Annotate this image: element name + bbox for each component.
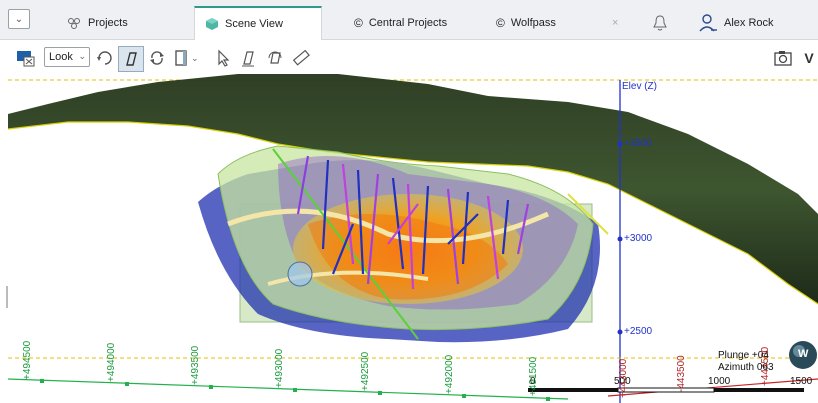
easting-tick: +494500 (22, 340, 33, 380)
elevation-tick: +3000 (624, 233, 653, 244)
bell-icon (653, 15, 667, 31)
scale-label: 0 (530, 376, 536, 387)
scale-label: 1000 (708, 376, 731, 387)
scene-viewport[interactable]: Elev (Z) +3500 +3000 +2500 +494500 +4940… (8, 74, 818, 403)
easting-tick: +493500 (190, 345, 201, 385)
slice-tool-button[interactable] (118, 46, 144, 72)
elevation-tick: +2500 (624, 326, 653, 337)
look-dropdown[interactable]: Look ⌄ (44, 47, 90, 67)
tab-label: Projects (88, 17, 128, 29)
tab-bar: ⌄ Projects Scene View © Central Projects… (0, 0, 818, 40)
refresh-icon (150, 51, 164, 65)
easting-grid-line (8, 378, 569, 400)
move-plane-button[interactable] (264, 46, 286, 70)
cursor-icon (218, 49, 230, 67)
tab-close-button[interactable]: × (602, 6, 628, 40)
view-mode-label: V (804, 50, 814, 66)
easting-tick: +492000 (444, 354, 455, 394)
scale-bar (528, 387, 804, 393)
scene-cube-icon (206, 18, 218, 30)
rotate-view-button[interactable] (94, 46, 116, 70)
clear-scene-icon (17, 51, 35, 67)
chevron-down-icon: ⌄ (14, 13, 24, 25)
measure-button[interactable] (290, 46, 312, 70)
panel-resize-handle[interactable] (6, 286, 8, 308)
close-icon: × (612, 17, 619, 29)
notifications-button[interactable] (642, 6, 678, 40)
tab-central-projects[interactable]: © Central Projects (344, 6, 457, 40)
ruler-icon (292, 49, 310, 66)
user-name: Alex Rock (724, 17, 774, 29)
pencil-icon (242, 51, 254, 67)
user-menu[interactable]: Alex Rock (688, 6, 784, 40)
tab-label: Scene View (225, 18, 283, 30)
screenshot-button[interactable] (772, 46, 794, 70)
easting-tick: +492500 (360, 351, 371, 391)
compass-label: W (798, 348, 809, 360)
azimuth-readout: Azimuth 063 (718, 362, 774, 373)
projects-icon (68, 18, 80, 29)
easting-tick: +494000 (106, 342, 117, 382)
camera-icon (774, 51, 792, 66)
slice-icon (126, 52, 137, 66)
scene-graphics (8, 74, 818, 403)
view-mode-button[interactable]: V (800, 46, 818, 70)
easting-tick: +493000 (274, 348, 285, 388)
central-icon: © (354, 16, 363, 30)
chevron-down-icon: ⌄ (78, 51, 86, 61)
scene-toolbar: ⌄ V (0, 42, 818, 74)
tab-projects[interactable]: Projects (56, 6, 138, 40)
svg-text:⌄: ⌄ (191, 53, 199, 63)
scale-label: 500 (614, 376, 631, 387)
scale-label: 1500 (790, 376, 813, 387)
elevation-tick: +3500 (624, 138, 653, 149)
tabs-menu-button[interactable]: ⌄ (8, 9, 30, 29)
elevation-axis-label: Elev (Z) (622, 81, 657, 92)
plunge-readout: Plunge +04 (718, 350, 769, 361)
tab-label: Wolfpass (510, 17, 556, 29)
tab-scene-view[interactable]: Scene View (194, 6, 322, 40)
clear-scene-button[interactable] (14, 46, 38, 70)
user-icon (699, 14, 717, 32)
section-icon: ⌄ (175, 50, 199, 66)
select-tool-button[interactable] (212, 46, 234, 70)
northing-tick: -443500 (676, 355, 687, 392)
rotate-icon (97, 51, 112, 65)
reset-view-button[interactable] (146, 46, 168, 70)
central-icon: © (496, 16, 505, 30)
tab-label: Central Projects (368, 17, 448, 29)
move-plane-icon (268, 51, 282, 64)
draw-line-button[interactable] (238, 46, 260, 70)
pit-shell (287, 261, 313, 287)
look-label: Look (49, 51, 73, 63)
section-view-button[interactable]: ⌄ (172, 46, 202, 70)
tab-wolfpass[interactable]: © Wolfpass (486, 6, 566, 40)
